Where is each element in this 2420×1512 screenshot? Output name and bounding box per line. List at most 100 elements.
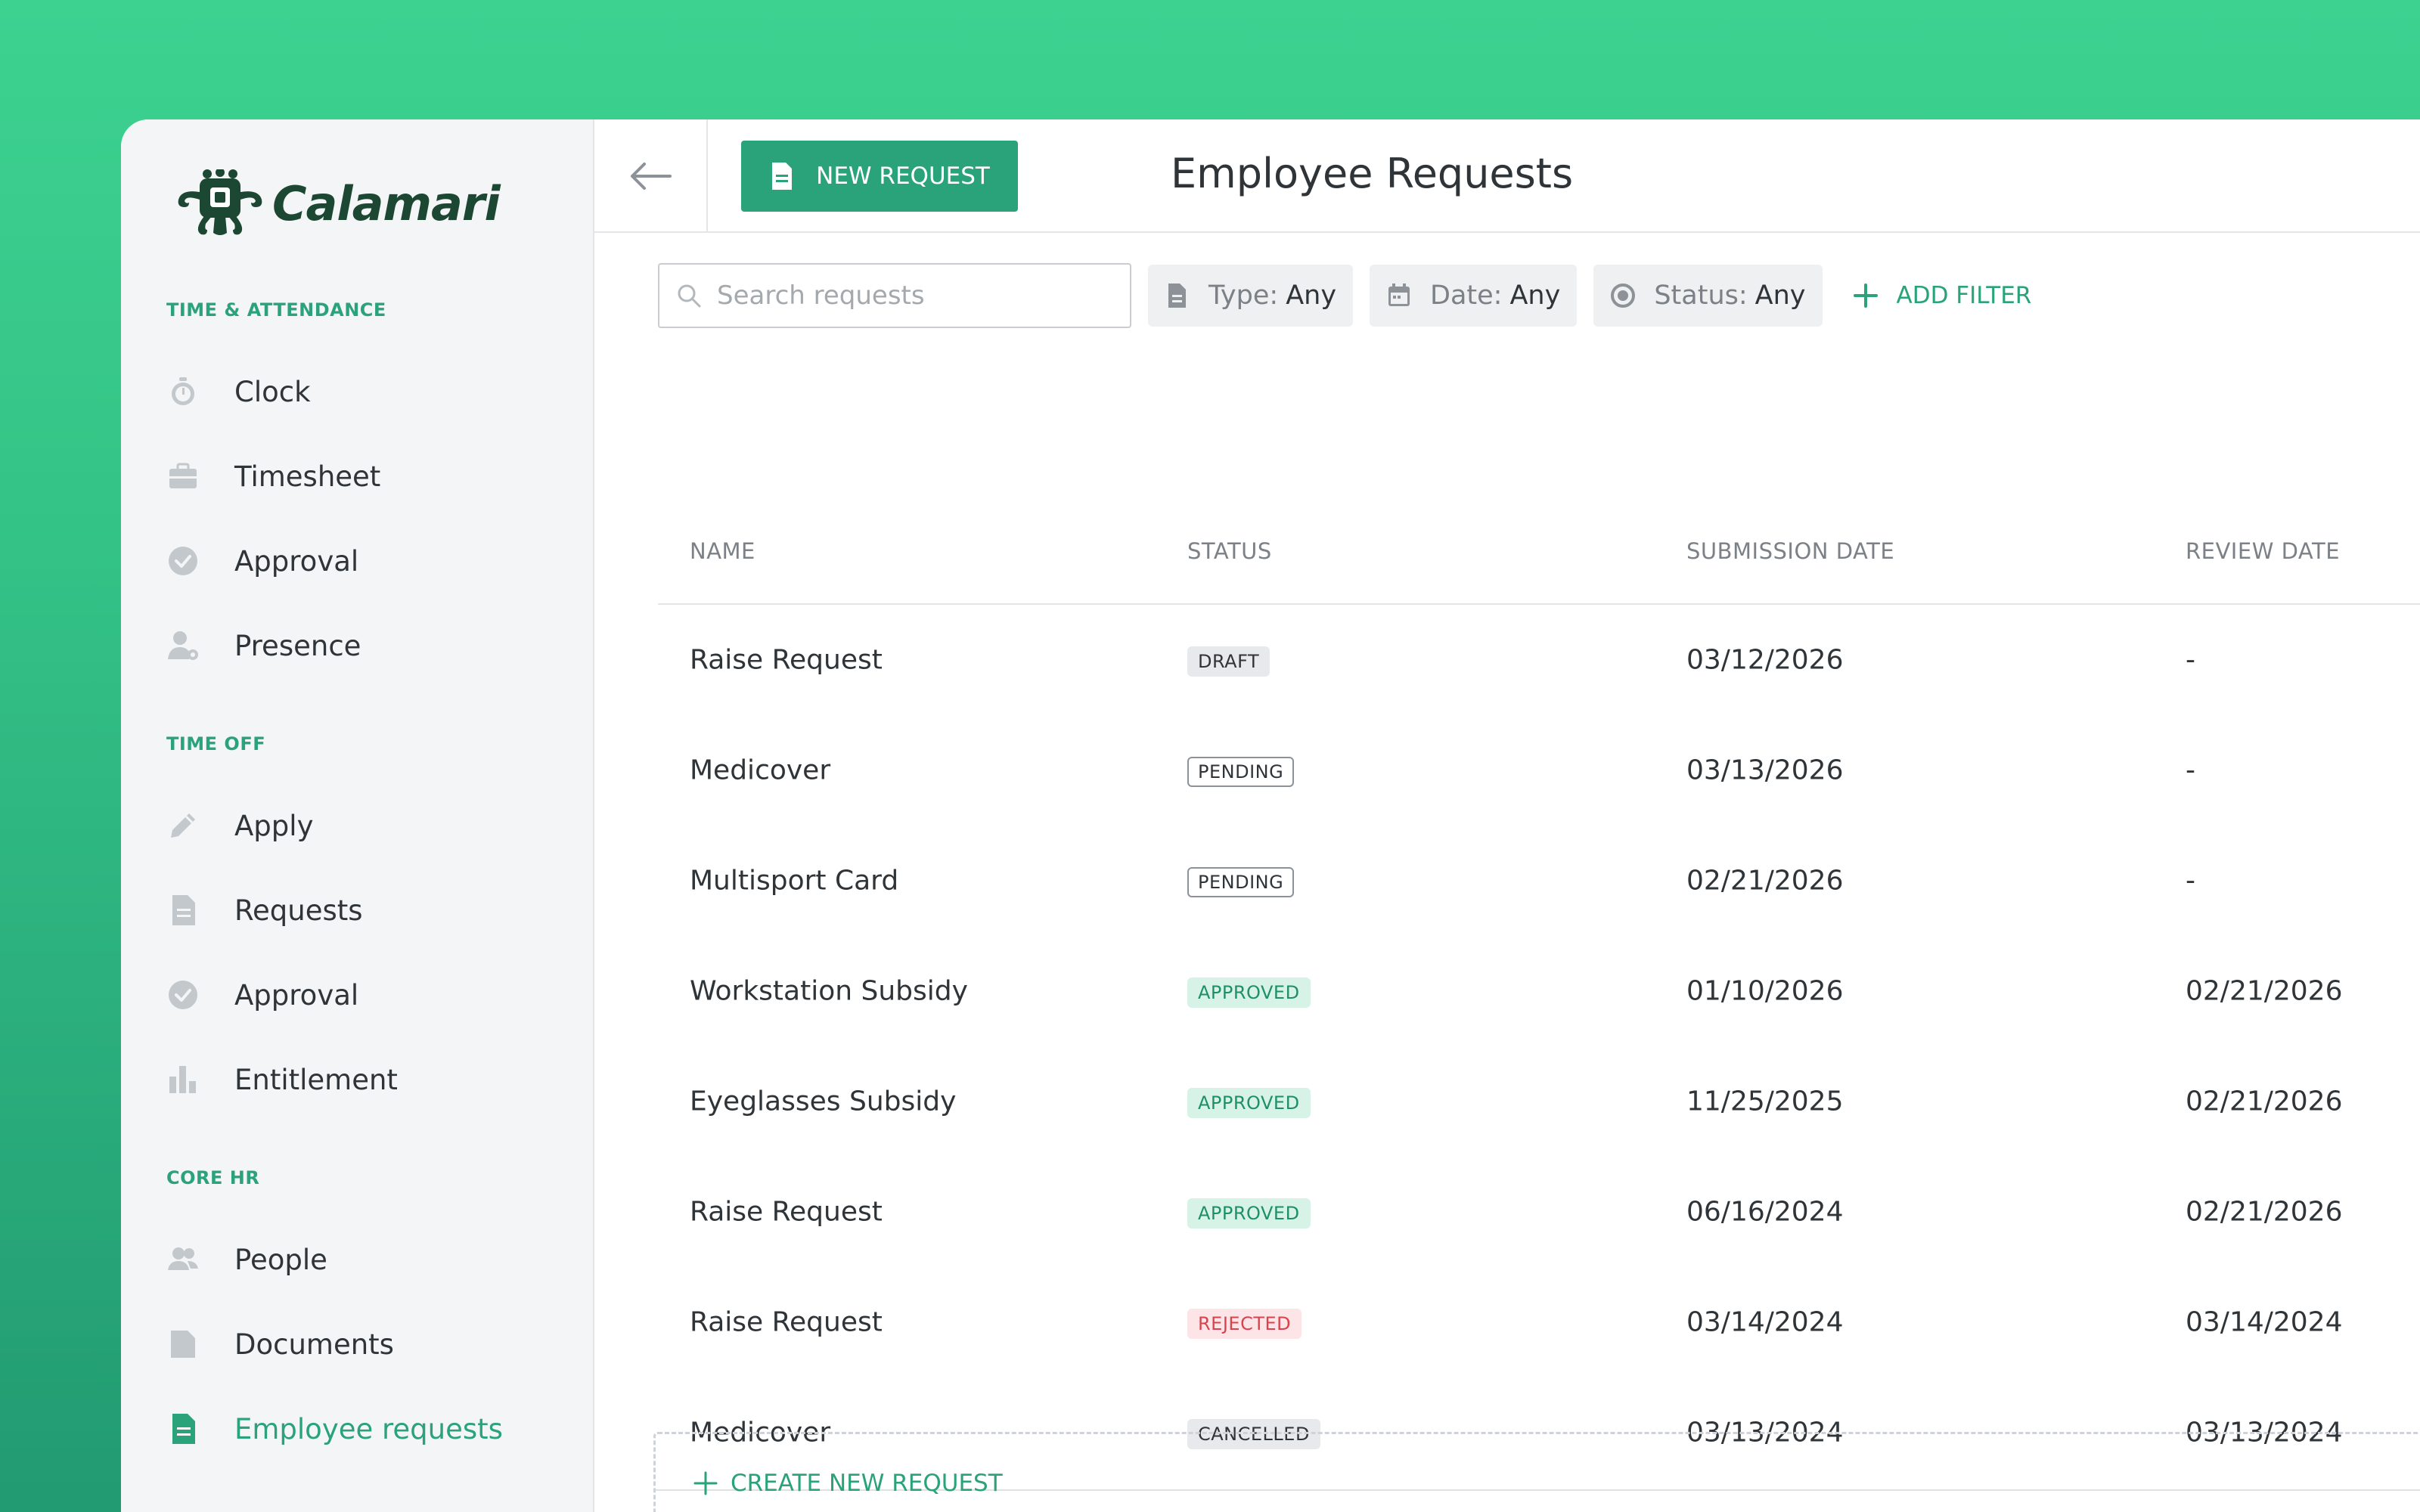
- back-button[interactable]: [594, 119, 708, 233]
- submission-date: 01/10/2026: [1686, 975, 1844, 1007]
- new-request-label: NEW REQUEST: [816, 163, 990, 190]
- logo[interactable]: Calamari: [171, 169, 501, 237]
- column-header-review-date[interactable]: REVIEW DATE: [2186, 538, 2340, 564]
- type-filter-value: Any: [1286, 280, 1337, 311]
- status-badge: APPROVED: [1187, 1198, 1311, 1228]
- document-icon: [772, 163, 793, 190]
- status-badge: REJECTED: [1187, 1309, 1302, 1339]
- arrow-left-icon: [631, 163, 672, 190]
- sidebar-item-label: Approval: [234, 978, 359, 1012]
- review-date: 03/14/2024: [2186, 1306, 2343, 1338]
- section-title-time-attendance: TIME & ATTENDANCE: [166, 299, 386, 321]
- table-row[interactable]: Raise Request APPROVED 06/16/2024 02/21/202…: [658, 1157, 2420, 1267]
- table-row[interactable]: Workstation Subsidy APPROVED 01/10/2026 02/…: [658, 936, 2420, 1046]
- sidebar-item-approval[interactable]: Approval: [166, 531, 560, 591]
- document-icon: [166, 894, 200, 927]
- status-cell: PENDING: [1187, 864, 1295, 897]
- folder-icon: [166, 1328, 200, 1361]
- table-row[interactable]: Raise Request REJECTED 03/14/2024 03/14/202…: [658, 1267, 2420, 1377]
- sidebar-item-requests[interactable]: Requests: [166, 880, 560, 940]
- bar-chart-icon: [166, 1063, 200, 1096]
- sidebar-item-people[interactable]: People: [166, 1229, 560, 1290]
- top-bar: NEW REQUEST Employee Requests: [594, 119, 2420, 233]
- sidebar-item-presence[interactable]: Presence: [166, 615, 560, 676]
- search-icon: [678, 284, 701, 308]
- filter-bar: Type: Any Date: Any Status: Any ADD FILT…: [658, 263, 2031, 328]
- sidebar-item-label: People: [234, 1243, 327, 1276]
- sidebar-item-label: Clock: [234, 375, 311, 408]
- sidebar-item-label: Approval: [234, 544, 359, 578]
- sidebar-item-label: Entitlement: [234, 1063, 398, 1096]
- people-icon: [166, 1243, 200, 1276]
- sidebar-item-timeoff-approval[interactable]: Approval: [166, 965, 560, 1025]
- review-date: 02/21/2026: [2186, 1086, 2343, 1117]
- sidebar-item-documents[interactable]: Documents: [166, 1314, 560, 1374]
- sidebar-item-label: Employee requests: [234, 1412, 503, 1445]
- status-filter[interactable]: Status: Any: [1593, 265, 1823, 327]
- status-badge: DRAFT: [1187, 646, 1270, 677]
- status-cell: REJECTED: [1187, 1306, 1302, 1339]
- sidebar-item-label: Timesheet: [234, 460, 381, 493]
- submission-date: 03/13/2026: [1686, 754, 1844, 786]
- status-cell: PENDING: [1187, 754, 1295, 787]
- sidebar-item-employee-requests[interactable]: Employee requests: [166, 1399, 560, 1459]
- table-row[interactable]: Eyeglasses Subsidy APPROVED 11/25/2025 02/2…: [658, 1046, 2420, 1157]
- submission-date: 03/12/2026: [1686, 644, 1844, 676]
- column-header-name[interactable]: NAME: [690, 538, 755, 564]
- date-filter[interactable]: Date: Any: [1370, 265, 1578, 327]
- sidebar-item-timesheet[interactable]: Timesheet: [166, 446, 560, 507]
- app-name: Calamari: [272, 175, 501, 231]
- sidebar-item-apply[interactable]: Apply: [166, 795, 560, 856]
- review-date: -: [2186, 754, 2195, 786]
- stopwatch-icon: [166, 375, 200, 408]
- table-row[interactable]: Raise Request DRAFT 03/12/2026 -: [658, 605, 2420, 715]
- request-name: Multisport Card: [690, 865, 899, 897]
- check-circle-icon: [166, 544, 200, 578]
- type-filter[interactable]: Type: Any: [1148, 265, 1354, 327]
- submission-date: 02/21/2026: [1686, 865, 1844, 897]
- type-filter-key: Type:: [1208, 280, 1279, 311]
- section-title-core-hr: CORE HR: [166, 1167, 260, 1188]
- review-date: -: [2186, 865, 2195, 897]
- column-header-submission-date[interactable]: SUBMISSION DATE: [1686, 538, 1894, 564]
- status-cell: DRAFT: [1187, 643, 1270, 677]
- sidebar-item-entitlement[interactable]: Entitlement: [166, 1049, 560, 1110]
- request-name: Raise Request: [690, 1306, 883, 1338]
- document-icon: [1168, 284, 1186, 308]
- status-filter-value: Any: [1754, 280, 1806, 311]
- review-date: 02/21/2026: [2186, 975, 2343, 1007]
- create-new-request-label: CREATE NEW REQUEST: [731, 1470, 1003, 1497]
- status-badge: APPROVED: [1187, 978, 1311, 1008]
- briefcase-icon: [166, 460, 200, 493]
- search-box: [658, 263, 1131, 328]
- calendar-icon: [1388, 284, 1410, 306]
- table-row[interactable]: Medicover PENDING 03/13/2026 -: [658, 715, 2420, 826]
- app-window: Calamari TIME & ATTENDANCE Clock Timeshe…: [121, 119, 2420, 1512]
- status-filter-key: Status:: [1654, 280, 1748, 311]
- radio-target-icon: [1611, 284, 1636, 308]
- submission-date: 06/16/2024: [1686, 1196, 1844, 1228]
- table-row[interactable]: Multisport Card PENDING 02/21/2026 -: [658, 826, 2420, 936]
- sidebar-item-label: Documents: [234, 1328, 394, 1361]
- submission-date: 11/25/2025: [1686, 1086, 1844, 1117]
- status-badge: APPROVED: [1187, 1088, 1311, 1118]
- request-name: Workstation Subsidy: [690, 975, 968, 1007]
- sidebar-item-clock[interactable]: Clock: [166, 361, 560, 422]
- status-badge: PENDING: [1187, 867, 1295, 897]
- sidebar-item-label: Presence: [234, 629, 361, 662]
- add-filter-button[interactable]: ADD FILTER: [1853, 282, 2032, 309]
- new-request-button[interactable]: NEW REQUEST: [741, 141, 1018, 212]
- plus-icon: [1853, 284, 1878, 308]
- create-new-request-button[interactable]: CREATE NEW REQUEST: [693, 1470, 1003, 1497]
- pencil-icon: [166, 809, 200, 842]
- sidebar-item-label: Requests: [234, 894, 363, 927]
- request-name: Eyeglasses Subsidy: [690, 1086, 957, 1117]
- search-input[interactable]: [717, 280, 1110, 311]
- add-filter-label: ADD FILTER: [1896, 282, 2032, 309]
- status-cell: APPROVED: [1187, 1195, 1311, 1228]
- status-cell: APPROVED: [1187, 1085, 1311, 1118]
- table-header: NAME STATUS SUBMISSION DATE REVIEW DATE: [658, 497, 2420, 605]
- column-header-status[interactable]: STATUS: [1187, 538, 1272, 564]
- sidebar: Calamari TIME & ATTENDANCE Clock Timeshe…: [121, 119, 594, 1512]
- review-date: 02/21/2026: [2186, 1196, 2343, 1228]
